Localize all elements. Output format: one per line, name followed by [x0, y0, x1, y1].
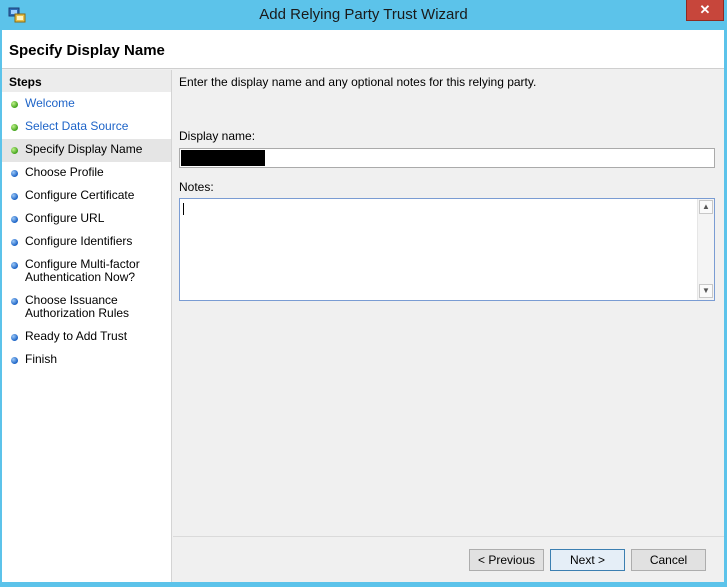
step-item: Configure Multi-factor Authentication No… — [2, 254, 171, 290]
scroll-down-button[interactable]: ▼ — [699, 284, 713, 298]
step-item: Configure Certificate — [2, 185, 171, 208]
step-label: Welcome — [25, 96, 75, 110]
display-name-input[interactable] — [179, 148, 715, 168]
step-item: Choose Profile — [2, 162, 171, 185]
step-item: Choose Issuance Authorization Rules — [2, 290, 171, 326]
step-item: Configure URL — [2, 208, 171, 231]
window-title: Add Relying Party Trust Wizard — [259, 6, 468, 23]
step-item: Select Data Source — [2, 116, 171, 139]
instruction-text: Enter the display name and any optional … — [179, 75, 537, 89]
step-label: Specify Display Name — [25, 142, 143, 156]
step-status-icon — [11, 193, 18, 200]
previous-button[interactable]: < Previous — [469, 549, 544, 571]
wizard-footer: < Previous Next > Cancel — [173, 536, 724, 582]
redacted-display-name — [181, 150, 265, 166]
chevron-up-icon: ▲ — [702, 202, 710, 211]
wizard-client-area: Specify Display Name Steps Welcome Select… — [2, 30, 724, 582]
step-status-icon — [11, 262, 18, 269]
text-caret — [183, 203, 184, 215]
step-status-icon — [11, 357, 18, 364]
step-label: Configure Certificate — [25, 188, 135, 202]
window-bottom-border — [0, 582, 727, 587]
step-label: Configure URL — [25, 211, 105, 225]
step-status-icon — [11, 170, 18, 177]
step-label: Choose Profile — [25, 165, 104, 179]
steps-pane: Steps Welcome Select Data Source Specify D… — [2, 70, 172, 582]
page-header: Specify Display Name — [2, 30, 724, 69]
step-item: Finish — [2, 349, 171, 372]
step-label: Select Data Source — [25, 119, 129, 133]
step-label: Finish — [25, 352, 58, 366]
step-status-icon — [11, 101, 18, 108]
title-bar[interactable]: Add Relying Party Trust Wizard ✕ — [0, 0, 727, 30]
content-pane: Enter the display name and any optional … — [173, 70, 724, 536]
step-status-icon — [11, 147, 18, 154]
step-status-icon — [11, 298, 18, 305]
step-status-icon — [11, 334, 18, 341]
notes-scrollbar[interactable]: ▲ ▼ — [697, 199, 714, 300]
close-icon: ✕ — [699, 2, 711, 17]
step-item: Welcome — [2, 93, 171, 116]
display-name-label: Display name: — [179, 129, 256, 143]
step-label: Ready to Add Trust — [25, 329, 128, 343]
steps-heading: Steps — [2, 70, 171, 92]
step-status-icon — [11, 239, 18, 246]
chevron-down-icon: ▼ — [702, 286, 710, 295]
notes-label: Notes: — [179, 180, 214, 194]
close-button[interactable]: ✕ — [686, 0, 724, 21]
step-label: Configure Identifiers — [25, 234, 133, 248]
step-label: Choose Issuance Authorization Rules — [25, 293, 130, 320]
step-status-icon — [11, 216, 18, 223]
step-status-icon — [11, 124, 18, 131]
notes-textarea[interactable]: ▲ ▼ — [179, 198, 715, 301]
cancel-button[interactable]: Cancel — [631, 549, 706, 571]
step-label: Configure Multi-factor Authentication No… — [25, 257, 140, 284]
next-button[interactable]: Next > — [550, 549, 625, 571]
step-item: Specify Display Name — [2, 139, 171, 162]
scroll-up-button[interactable]: ▲ — [699, 200, 713, 214]
step-item: Configure Identifiers — [2, 231, 171, 254]
wizard-window: Add Relying Party Trust Wizard ✕ Specify… — [0, 0, 727, 587]
page-title: Specify Display Name — [9, 42, 165, 59]
step-item: Ready to Add Trust — [2, 326, 171, 349]
